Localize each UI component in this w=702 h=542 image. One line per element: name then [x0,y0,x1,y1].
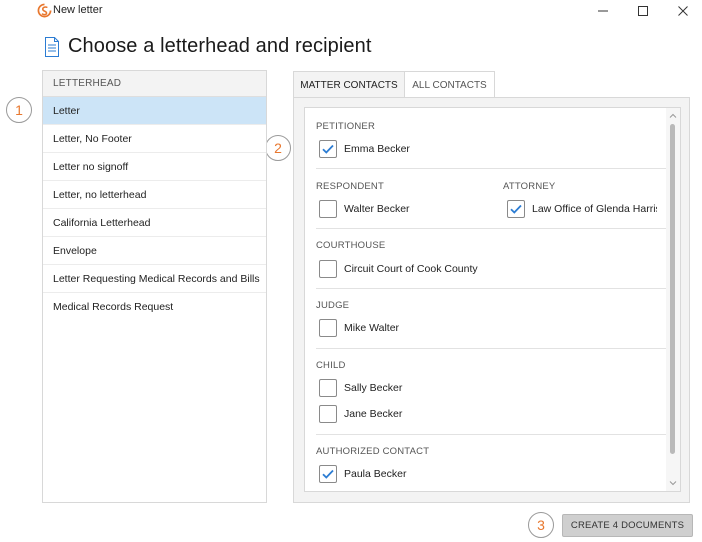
letterhead-item-letter-no-signoff[interactable]: Letter no signoff [43,153,266,181]
divider [316,168,667,169]
checkmark-icon [322,144,334,154]
chevron-down-icon[interactable] [668,478,678,488]
maximize-icon [638,6,648,16]
divider [316,228,667,229]
page-title: Choose a letterhead and recipient [68,35,372,57]
window-title: New letter [53,4,103,16]
contacts-list: PETITIONER Emma Becker RESPONDENT Walter… [304,107,681,492]
group-label-courthouse: COURTHOUSE [316,240,386,251]
contact-checkbox-row[interactable]: Law Office of Glenda Harriso [507,199,657,219]
checkmark-icon [510,204,522,214]
step-marker-1: 1 [6,97,32,123]
step-marker-3: 3 [528,512,554,538]
checkbox[interactable] [319,140,337,158]
letterhead-list: LETTERHEAD Letter Letter, No Footer Lett… [42,70,267,503]
group-label-respondent: RESPONDENT [316,181,384,192]
contact-name: Paula Becker [344,468,407,480]
contact-name: Jane Becker [344,408,403,420]
contact-checkbox-row[interactable]: Sally Becker [319,378,402,398]
letterhead-item-medical-records-request[interactable]: Medical Records Request [43,293,266,321]
checkbox[interactable] [319,405,337,423]
contacts-panel: PETITIONER Emma Becker RESPONDENT Walter… [293,97,690,503]
contact-name: Walter Becker [344,203,410,215]
contact-name: Emma Becker [344,143,410,155]
contact-name: Circuit Court of Cook County [344,263,478,275]
checkbox[interactable] [319,319,337,337]
checkbox[interactable] [319,200,337,218]
contact-checkbox-row[interactable]: Jane Becker [319,404,402,424]
scrollbar[interactable] [666,108,680,491]
create-documents-button[interactable]: CREATE 4 DOCUMENTS [562,514,693,537]
close-button[interactable] [668,1,698,21]
group-label-child: CHILD [316,360,346,371]
divider [316,434,667,435]
checkbox[interactable] [319,465,337,483]
minimize-icon [598,10,608,12]
close-icon [678,6,688,16]
contact-checkbox-row[interactable]: Emma Becker [319,139,410,159]
letterhead-header: LETTERHEAD [43,71,266,97]
letterhead-item-letter-no-footer[interactable]: Letter, No Footer [43,125,266,153]
group-label-authorized-contact: AUTHORIZED CONTACT [316,446,430,457]
title-bar: New letter [0,0,702,22]
checkbox[interactable] [319,260,337,278]
scrollbar-thumb[interactable] [670,124,675,454]
checkbox[interactable] [319,379,337,397]
checkbox[interactable] [507,200,525,218]
divider [316,348,667,349]
letterhead-item-letter-requesting-medical-records[interactable]: Letter Requesting Medical Records and Bi… [43,265,266,293]
maximize-button[interactable] [628,1,658,21]
letterhead-item-california-letterhead[interactable]: California Letterhead [43,209,266,237]
app-logo-icon [37,3,52,18]
contact-name: Law Office of Glenda Harriso [532,203,657,215]
minimize-button[interactable] [588,1,618,21]
letterhead-item-envelope[interactable]: Envelope [43,237,266,265]
tab-all-contacts[interactable]: ALL CONTACTS [404,71,495,99]
contact-checkbox-row[interactable]: Walter Becker [319,199,410,219]
letterhead-item-letter-no-letterhead[interactable]: Letter, no letterhead [43,181,266,209]
document-icon [45,37,59,57]
contact-checkbox-row[interactable]: Paula Becker [319,464,406,484]
checkmark-icon [322,469,334,479]
divider [316,288,667,289]
chevron-up-icon[interactable] [668,111,678,121]
letterhead-item-letter[interactable]: Letter [43,97,266,125]
contact-checkbox-row[interactable]: Circuit Court of Cook County [319,259,478,279]
group-label-petitioner: PETITIONER [316,121,376,132]
tab-matter-contacts[interactable]: MATTER CONTACTS [293,71,405,99]
group-label-judge: JUDGE [316,300,350,311]
contact-name: Mike Walter [344,322,400,334]
contact-name: Sally Becker [344,382,403,394]
step-marker-2: 2 [265,135,291,161]
group-label-attorney: ATTORNEY [503,181,556,192]
contact-checkbox-row[interactable]: Mike Walter [319,318,399,338]
